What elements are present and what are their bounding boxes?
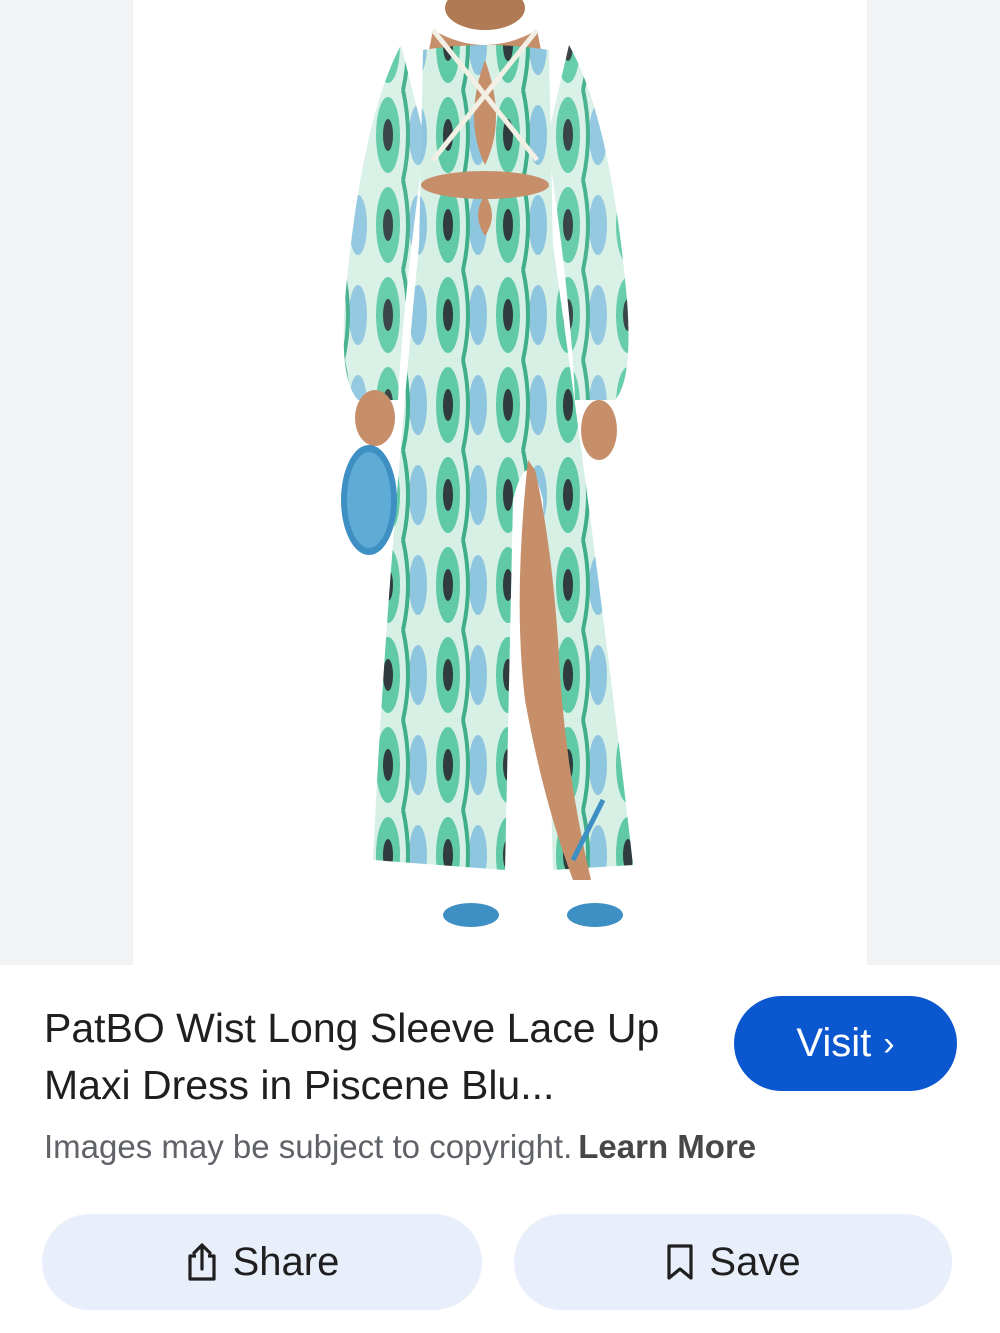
visit-button-label: Visit xyxy=(796,1021,872,1065)
visit-button[interactable]: Visit › xyxy=(734,996,957,1091)
product-image[interactable] xyxy=(133,0,867,965)
copyright-text: Images may be subject to copyright. xyxy=(44,1128,573,1165)
learn-more-link[interactable]: Learn More xyxy=(578,1128,756,1165)
save-button[interactable]: Save xyxy=(514,1214,952,1310)
copyright-notice: Images may be subject to copyright. Learn… xyxy=(44,1128,756,1166)
chevron-right-icon: › xyxy=(883,1024,895,1063)
dress-illustration xyxy=(341,0,633,927)
share-button[interactable]: Share xyxy=(42,1214,482,1310)
save-button-label: Save xyxy=(709,1239,801,1284)
share-icon xyxy=(185,1242,219,1282)
share-button-label: Share xyxy=(232,1239,340,1284)
bookmark-icon xyxy=(665,1243,695,1281)
image-preview-area xyxy=(0,0,1000,965)
result-title[interactable]: PatBO Wist Long Sleeve Lace Up Maxi Dres… xyxy=(44,1000,704,1114)
